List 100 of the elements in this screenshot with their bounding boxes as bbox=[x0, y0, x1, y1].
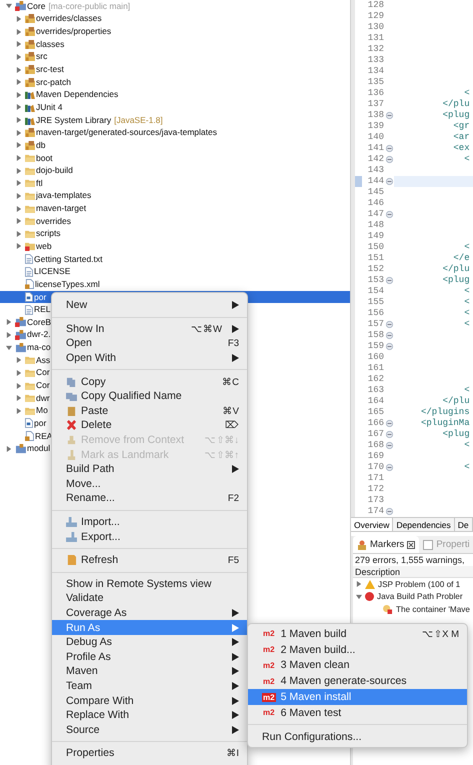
line-number: 138 bbox=[366, 110, 384, 121]
marker-label: The container 'Mave bbox=[396, 604, 470, 614]
code-text: <plug bbox=[442, 110, 470, 121]
line-number: 170 bbox=[366, 462, 384, 473]
line-number: 155 bbox=[366, 297, 384, 308]
tree-item-label: overrides/properties bbox=[36, 26, 112, 38]
maven-badge-icon: m2 bbox=[262, 629, 276, 638]
line-number: 144 bbox=[366, 176, 384, 187]
line-number: 149 bbox=[366, 231, 384, 242]
tree-item-label: CoreB bbox=[27, 316, 52, 328]
line-number: 158 bbox=[366, 330, 384, 341]
maven-badge-icon: m2 bbox=[262, 645, 276, 654]
line-number: 129 bbox=[366, 11, 384, 22]
code-text: < bbox=[463, 440, 470, 451]
maven-badge-icon: m2 bbox=[262, 708, 276, 718]
tree-item-label: src-patch bbox=[36, 76, 71, 88]
tree-item-label: java-templates bbox=[36, 190, 92, 202]
tree-item-label: Cor bbox=[36, 367, 50, 378]
maven-badge-icon: m2 bbox=[262, 676, 276, 686]
code-text: </e bbox=[452, 253, 470, 264]
tree-item-label: src bbox=[36, 51, 48, 62]
line-number: 166 bbox=[366, 418, 384, 429]
line-number: 171 bbox=[366, 473, 384, 484]
tree-item-label: boot bbox=[36, 152, 53, 164]
line-number: 140 bbox=[366, 132, 384, 143]
code-text: </plu bbox=[442, 396, 470, 407]
line-number: 169 bbox=[366, 451, 384, 462]
code-text: <gr bbox=[452, 121, 470, 132]
marker-label: Java Build Path Probler bbox=[377, 592, 463, 602]
line-number: 128 bbox=[366, 0, 384, 11]
line-number: 164 bbox=[366, 396, 384, 407]
line-number: 165 bbox=[366, 407, 384, 418]
line-number: 162 bbox=[366, 374, 384, 385]
tree-item-label: scripts bbox=[36, 228, 61, 240]
tree-item-label: overrides bbox=[36, 216, 71, 227]
line-number: 163 bbox=[366, 385, 384, 396]
code-text: </plu bbox=[442, 99, 470, 110]
tree-item-label: modul bbox=[27, 443, 50, 454]
tree-item-label: db bbox=[36, 140, 46, 151]
code-text: < bbox=[463, 319, 470, 330]
code-text: <plug bbox=[442, 429, 470, 440]
line-number: 143 bbox=[366, 165, 384, 176]
maven-badge-icon: m2 bbox=[262, 692, 276, 702]
tree-item-label: ma-co bbox=[27, 342, 51, 354]
line-number: 152 bbox=[366, 264, 384, 275]
line-number: 145 bbox=[366, 187, 384, 198]
line-number: 133 bbox=[366, 55, 384, 66]
code-text: < bbox=[463, 385, 470, 396]
tree-item-label: Getting Started.txt bbox=[34, 254, 103, 265]
code-text: < bbox=[463, 88, 470, 99]
tree-item-label: Ass bbox=[36, 354, 50, 366]
line-number: 146 bbox=[366, 198, 384, 209]
tree-item-label: licenseTypes.xml bbox=[35, 278, 100, 290]
tree-item-label: LICENSE bbox=[34, 266, 70, 278]
code-text: <plug bbox=[442, 275, 470, 286]
tree-item-label: overrides/classes bbox=[36, 13, 102, 24]
tree-item-label: dwr bbox=[36, 392, 50, 404]
code-text: <ar bbox=[452, 132, 470, 143]
code-text: <pluginMa bbox=[420, 418, 470, 429]
line-number: 153 bbox=[366, 275, 384, 286]
code-text: < bbox=[463, 286, 470, 297]
line-number: 156 bbox=[366, 308, 384, 319]
tree-item-label: maven-target bbox=[36, 203, 86, 214]
marker-label: JSP Problem (100 of 1 bbox=[378, 580, 460, 589]
tree-item-label: classes bbox=[36, 38, 64, 50]
line-number: 159 bbox=[366, 341, 384, 352]
line-number: 173 bbox=[366, 495, 384, 506]
tree-item-label: dojo-build bbox=[36, 165, 73, 176]
line-number: 167 bbox=[366, 429, 384, 440]
tree-item-label: Cor bbox=[36, 380, 50, 392]
code-text: <ex bbox=[452, 143, 470, 154]
code-text: < bbox=[463, 308, 470, 319]
tree-item-label: maven-target/generated-sources/java-templates bbox=[36, 127, 217, 138]
line-number: 141 bbox=[366, 143, 384, 154]
maven-badge-icon: m2 bbox=[262, 660, 276, 670]
line-number: 130 bbox=[366, 22, 384, 33]
code-text: </plu bbox=[442, 264, 470, 275]
line-number: 151 bbox=[366, 253, 384, 264]
tree-item-label: por bbox=[34, 292, 46, 303]
line-number: 168 bbox=[366, 440, 384, 451]
line-number: 132 bbox=[366, 44, 384, 55]
tree-item-label: dwr-2. bbox=[27, 329, 51, 340]
tree-item-label: JUnit 4 bbox=[36, 102, 62, 113]
tree-item-decoration: [ma-core-public main] bbox=[48, 0, 130, 12]
tree-item-label: ftl bbox=[36, 178, 43, 189]
tree-item-label: src-test bbox=[36, 64, 64, 76]
line-number: 136 bbox=[366, 88, 384, 99]
line-number: 154 bbox=[366, 286, 384, 297]
line-number: 150 bbox=[366, 242, 384, 253]
tree-item-label: Mo bbox=[36, 405, 48, 416]
line-number: 139 bbox=[366, 121, 384, 132]
line-number: 172 bbox=[366, 484, 384, 495]
tree-item-label: Core bbox=[27, 0, 46, 12]
tree-item-label: REL bbox=[34, 304, 51, 316]
tree-item-label: JRE System Library bbox=[36, 114, 112, 126]
line-number: 134 bbox=[366, 66, 384, 77]
line-number: 160 bbox=[366, 352, 384, 363]
markers-summary: 279 errors, 1,555 warnings, bbox=[354, 554, 466, 566]
tree-item-label: web bbox=[36, 240, 52, 252]
code-text: < bbox=[463, 297, 470, 308]
